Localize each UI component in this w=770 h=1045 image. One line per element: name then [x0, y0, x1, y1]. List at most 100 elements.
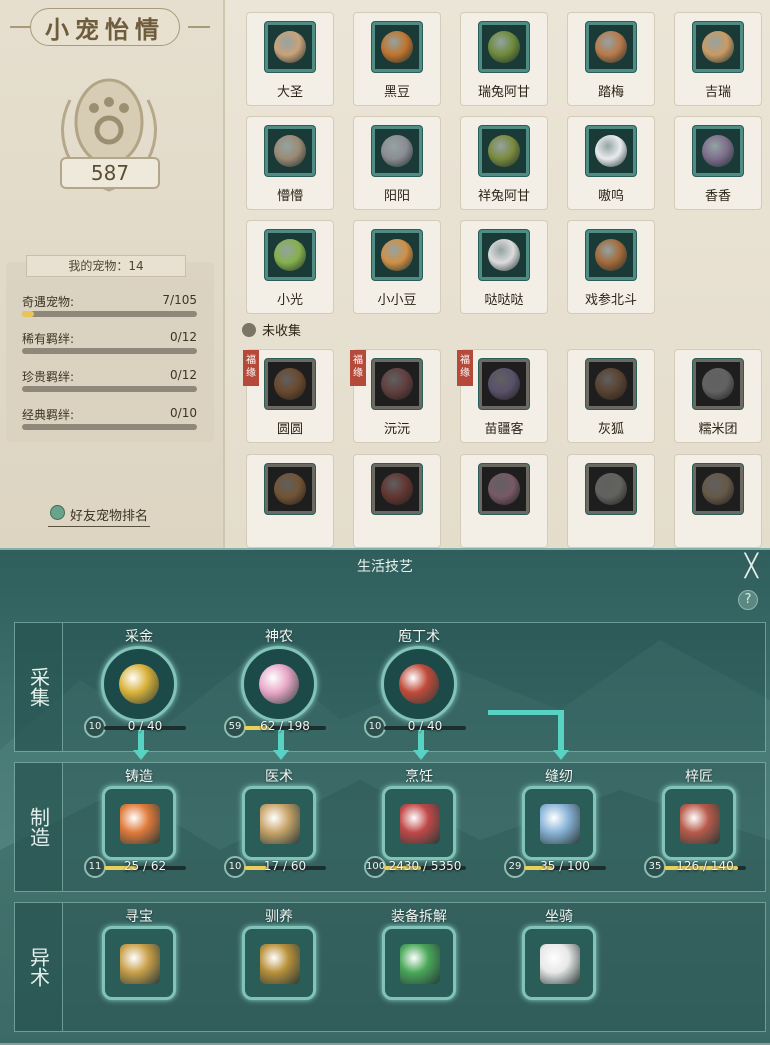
pet-card[interactable]: 香香	[674, 116, 762, 210]
stat-progress-bar	[22, 348, 197, 354]
pet-card[interactable]: 踏梅	[567, 12, 655, 106]
life-skills-window: 生活技艺 ╳ ? 采集 制造 异术 采金 10 0 / 40 神农 59 62 / 198…	[0, 548, 770, 1045]
pet-name: 沅沅	[383, 422, 410, 437]
pet-card[interactable]: 祥兔阿甘	[460, 116, 548, 210]
friend-rank-link[interactable]: 好友宠物排名	[48, 505, 151, 527]
pet-name: 大圣	[276, 85, 303, 100]
uncollected-pet-card[interactable]	[567, 454, 655, 548]
pet-card[interactable]: 小光	[246, 220, 334, 314]
pet-portrait-frame	[372, 126, 422, 176]
skill-icon	[119, 664, 159, 704]
skill-1-row-0[interactable]: 神农 59 62 / 198	[224, 626, 334, 738]
pet-portrait	[595, 473, 627, 505]
flow-arrow	[488, 710, 560, 715]
pet-name: 踏梅	[597, 85, 624, 100]
pet-summary-panel: 小宠怡情 587 我的宠物：14 奇遇宠物: 7/105 稀有羁绊: 0/12 …	[0, 0, 225, 548]
skill-icon-frame	[662, 786, 736, 860]
skill-icon-frame	[382, 786, 456, 860]
uncollected-pet-card[interactable]: 糯米团	[674, 349, 762, 443]
pet-portrait-frame	[693, 464, 743, 514]
skill-icon	[260, 944, 300, 984]
pet-name: 阳阳	[383, 189, 410, 204]
leaf-icon	[50, 505, 65, 520]
pet-card[interactable]: 吉瑞	[674, 12, 762, 106]
row-label-text: 采集	[26, 667, 51, 707]
pet-portrait	[381, 368, 413, 400]
pet-card[interactable]: 大圣	[246, 12, 334, 106]
skill-4-row-1[interactable]: 梓匠 35 126 / 140	[644, 766, 754, 878]
pet-portrait	[381, 135, 413, 167]
uncollected-pet-card[interactable]	[460, 454, 548, 548]
pet-portrait	[595, 135, 627, 167]
skill-icon	[540, 944, 580, 984]
stat-progress-fill	[22, 311, 34, 317]
pet-portrait	[381, 31, 413, 63]
uncollected-pet-card[interactable]	[246, 454, 334, 548]
help-button[interactable]: ?	[738, 590, 758, 610]
skill-1-row-2[interactable]: 驯养	[224, 906, 334, 1016]
uncollected-pet-card[interactable]: 沅沅 福缘	[350, 349, 441, 443]
pet-card[interactable]: 懵懵	[246, 116, 334, 210]
pet-portrait-frame	[586, 126, 636, 176]
skill-progress-text: 0 / 40	[127, 719, 163, 733]
skill-icon	[260, 804, 300, 844]
skill-progress-text: 17 / 60	[263, 859, 307, 873]
row-label-text: 制造	[26, 807, 51, 847]
pet-portrait	[702, 368, 734, 400]
stat-progress-bar	[22, 424, 197, 430]
pet-portrait-frame	[372, 359, 422, 409]
pet-card[interactable]: 黑豆	[353, 12, 441, 106]
skill-2-row-1[interactable]: 烹饪 100 2430 / 5350	[364, 766, 474, 878]
skill-0-row-0[interactable]: 采金 10 0 / 40	[84, 626, 194, 738]
pet-name: 瑞兔阿甘	[477, 85, 530, 100]
panel-title: 小宠怡情	[30, 8, 180, 46]
window-title: 生活技艺	[357, 559, 413, 575]
skill-2-row-0[interactable]: 庖丁术 10 0 / 40	[364, 626, 474, 738]
pet-portrait-frame	[265, 464, 315, 514]
my-pets-count: 我的宠物：14	[26, 255, 186, 277]
uncollected-pet-card[interactable]	[353, 454, 441, 548]
pet-portrait	[595, 31, 627, 63]
pet-card[interactable]: 小小豆	[353, 220, 441, 314]
pet-name: 懵懵	[276, 189, 303, 204]
skill-icon-frame	[102, 926, 176, 1000]
pet-portrait-frame	[586, 359, 636, 409]
pet-portrait-frame	[479, 22, 529, 72]
pet-name: 小小豆	[377, 293, 417, 308]
stat-classic: 经典羁绊: 0/10	[22, 406, 197, 436]
skill-icon	[399, 664, 439, 704]
skill-0-row-1[interactable]: 铸造 11 25 / 62	[84, 766, 194, 878]
skill-icon-frame	[241, 646, 317, 722]
skill-3-row-2[interactable]: 坐骑	[504, 906, 614, 1016]
uncollected-pet-card[interactable]: 灰狐	[567, 349, 655, 443]
pet-portrait-frame	[479, 230, 529, 280]
pet-name: 圆圆	[276, 422, 303, 437]
uncollected-label: 未收集	[262, 324, 302, 339]
pet-portrait	[595, 239, 627, 271]
stat-value: 0/12	[170, 330, 197, 344]
pet-portrait-frame	[586, 230, 636, 280]
pet-card[interactable]: 阳阳	[353, 116, 441, 210]
uncollected-pet-card[interactable]	[674, 454, 762, 548]
uncollected-pet-card[interactable]: 圆圆 福缘	[243, 349, 334, 443]
close-button[interactable]: ╳	[745, 554, 758, 579]
skill-3-row-1[interactable]: 缝纫 29 35 / 100	[504, 766, 614, 878]
skill-name: 神农	[265, 629, 293, 645]
pet-name: 吉瑞	[704, 85, 731, 100]
pet-card[interactable]: 哒哒哒	[460, 220, 548, 314]
skill-1-row-1[interactable]: 医术 10 17 / 60	[224, 766, 334, 878]
pet-card[interactable]: 嗷呜	[567, 116, 655, 210]
pet-portrait	[274, 368, 306, 400]
row-label: 异术	[15, 903, 63, 1031]
pet-card[interactable]: 戏参北斗	[567, 220, 655, 314]
stat-value: 0/12	[170, 368, 197, 382]
pet-portrait-frame	[265, 126, 315, 176]
skill-icon-frame	[522, 786, 596, 860]
skill-0-row-2[interactable]: 寻宝	[84, 906, 194, 1016]
pet-card[interactable]: 瑞兔阿甘	[460, 12, 548, 106]
uncollected-pet-card[interactable]: 苗疆客 福缘	[457, 349, 548, 443]
stat-label: 经典羁绊:	[22, 408, 75, 422]
pet-name: 嗷呜	[597, 189, 624, 204]
stat-value: 0/10	[170, 406, 197, 420]
skill-2-row-2[interactable]: 装备拆解	[364, 906, 474, 1016]
